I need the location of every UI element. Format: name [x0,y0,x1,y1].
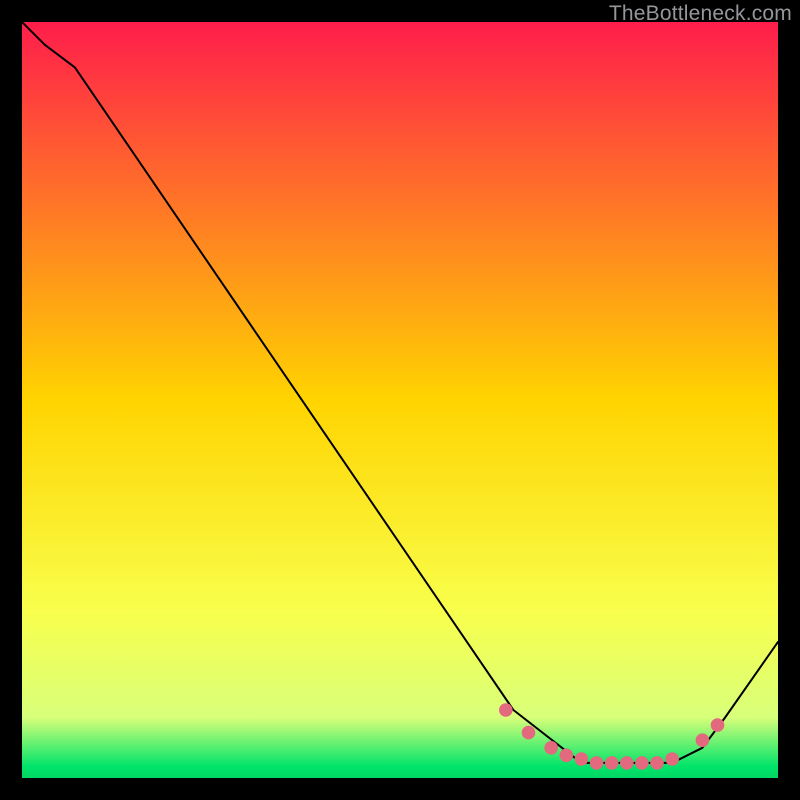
optimal-marker [696,733,710,747]
bottleneck-chart [22,22,778,778]
optimal-marker [605,756,619,770]
optimal-marker [620,756,634,770]
optimal-marker [650,756,664,770]
optimal-marker [665,752,679,766]
optimal-marker [590,756,604,770]
optimal-marker [711,718,725,732]
optimal-marker [635,756,649,770]
optimal-marker [522,726,536,740]
watermark-text: TheBottleneck.com [609,2,792,26]
optimal-marker [575,752,589,766]
chart-background [22,22,778,778]
optimal-marker [499,703,513,717]
chart-stage: TheBottleneck.com [0,0,800,800]
optimal-marker [560,749,574,763]
optimal-marker [544,741,558,755]
